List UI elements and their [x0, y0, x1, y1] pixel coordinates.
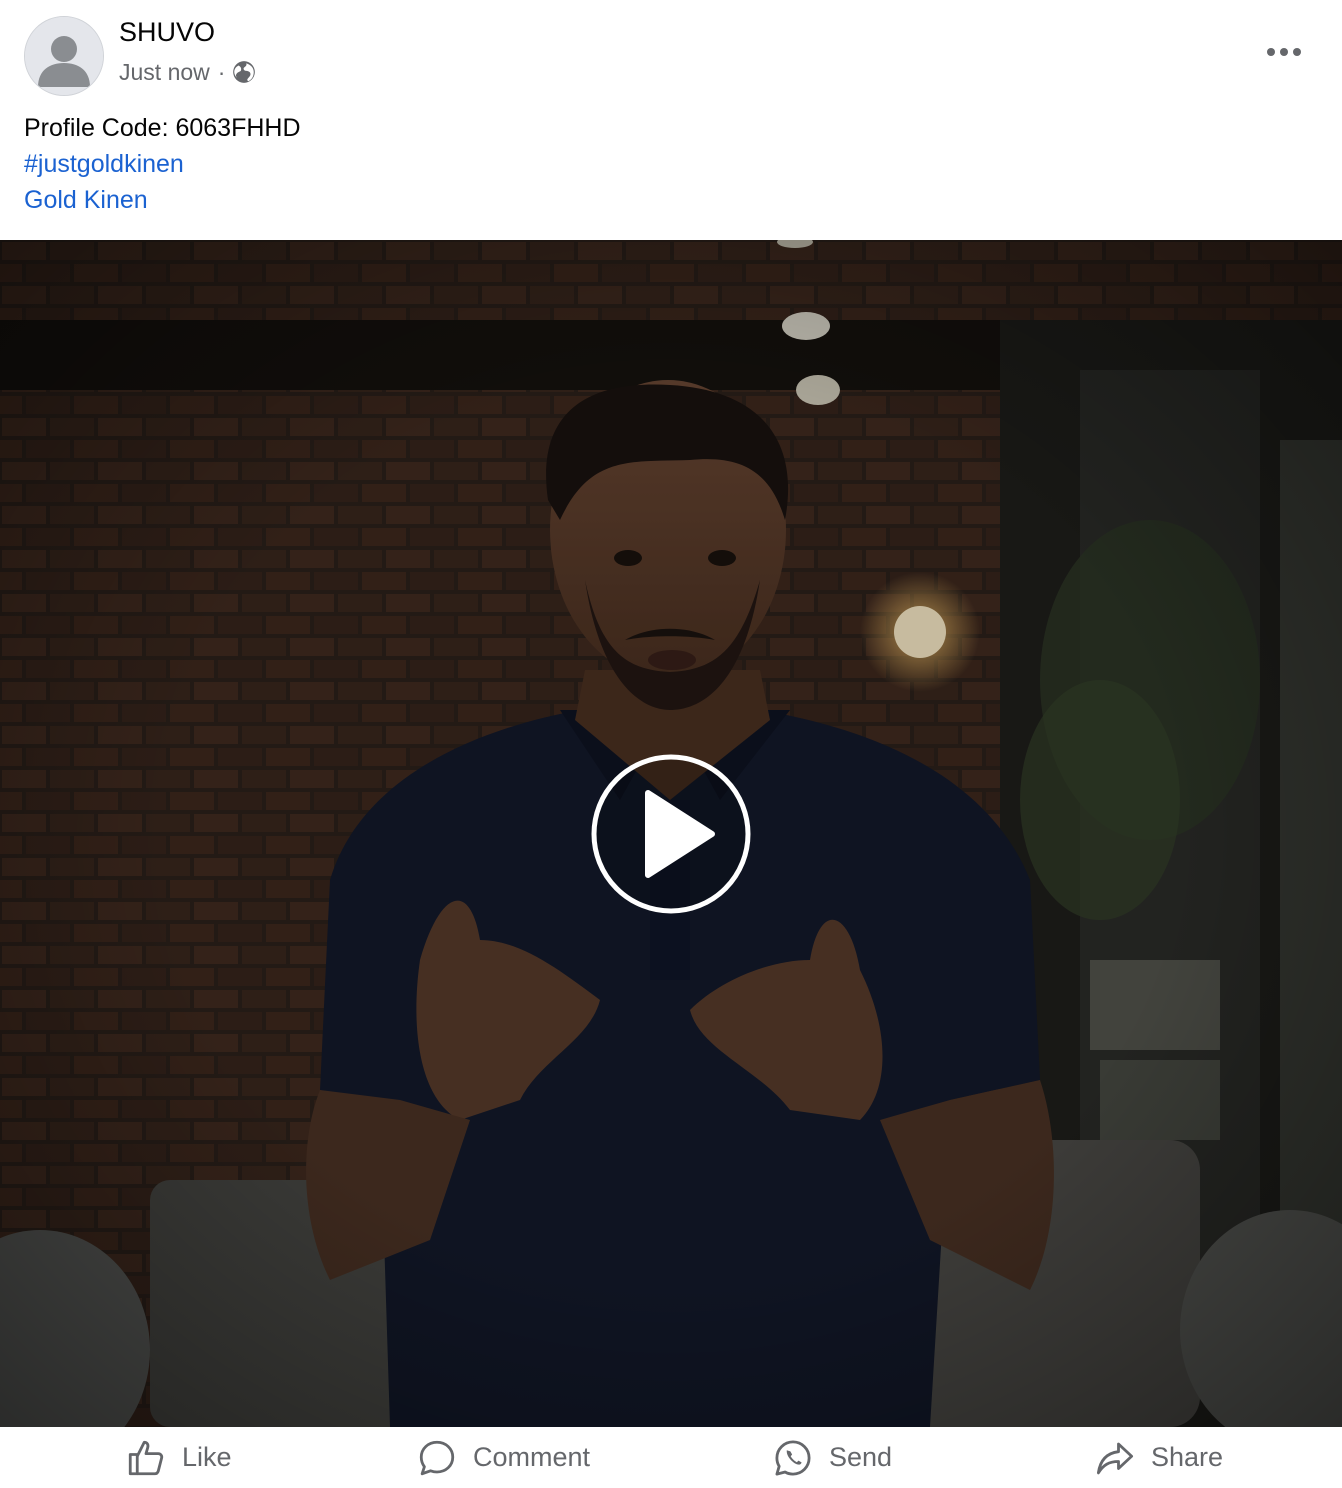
- comment-bubble-icon: [415, 1436, 459, 1480]
- comment-button[interactable]: Comment: [415, 1427, 590, 1488]
- post-meta: Just now ·: [119, 56, 257, 88]
- like-button[interactable]: Like: [124, 1427, 232, 1488]
- meta-separator: ·: [217, 58, 226, 85]
- post-action-bar: Like Comment Send Share: [0, 1427, 1342, 1488]
- profile-code-text: Profile Code: 6063FHHD: [24, 114, 301, 142]
- author-name[interactable]: SHUVO: [119, 16, 215, 48]
- send-label: Send: [829, 1442, 893, 1472]
- play-button[interactable]: [590, 753, 752, 915]
- whatsapp-icon: [771, 1436, 815, 1480]
- video-player[interactable]: [0, 240, 1342, 1427]
- timestamp[interactable]: Just now: [119, 59, 210, 86]
- feed-post: SHUVO Just now · Profile Code: 6063FHHD …: [0, 0, 1342, 1488]
- hashtag-link[interactable]: #justgoldkinen: [24, 146, 301, 182]
- share-label: Share: [1151, 1442, 1224, 1472]
- globe-icon[interactable]: [231, 59, 257, 85]
- page-link[interactable]: Gold Kinen: [24, 182, 301, 218]
- post-header: SHUVO Just now · Profile Code: 6063FHHD …: [0, 0, 1342, 240]
- play-circle-icon[interactable]: [590, 753, 752, 915]
- more-options-icon[interactable]: [1258, 36, 1310, 68]
- like-label: Like: [182, 1442, 232, 1472]
- comment-label: Comment: [473, 1442, 591, 1472]
- share-arrow-icon: [1093, 1436, 1137, 1480]
- thumbs-up-icon: [124, 1436, 168, 1480]
- avatar[interactable]: [24, 16, 104, 96]
- default-avatar-icon: [25, 17, 103, 95]
- post-caption: Profile Code: 6063FHHD #justgoldkinen Go…: [24, 110, 301, 218]
- share-button[interactable]: Share: [1093, 1427, 1223, 1488]
- send-button[interactable]: Send: [771, 1427, 892, 1488]
